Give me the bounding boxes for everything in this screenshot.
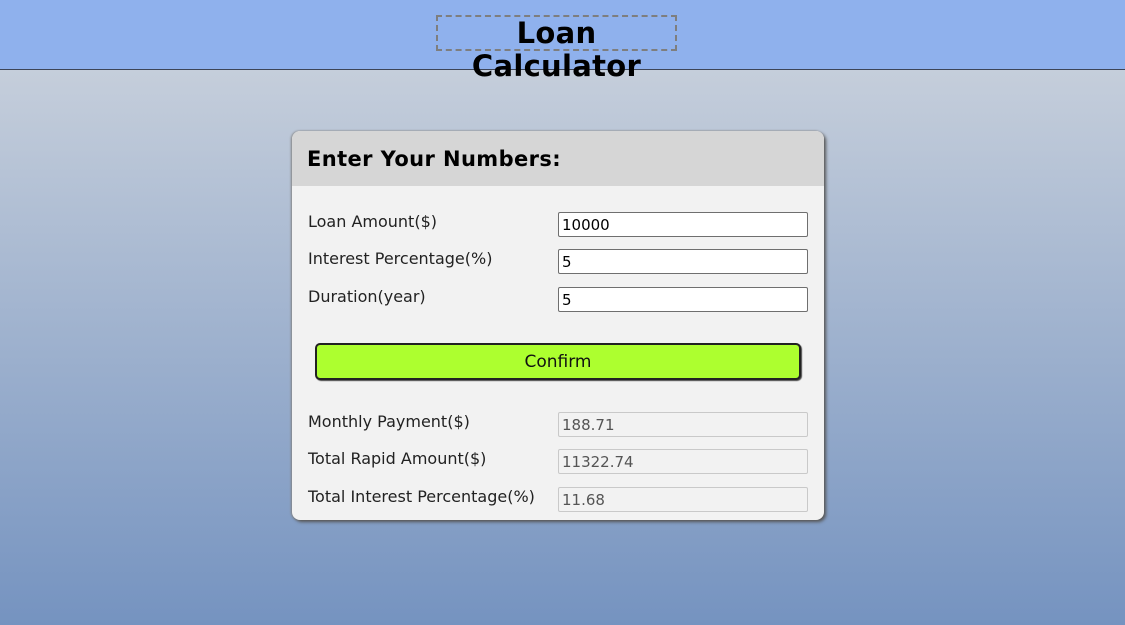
loan-amount-row: Loan Amount($): [308, 212, 808, 238]
total-interest-row: Total Interest Percentage(%): [308, 487, 808, 513]
duration-row: Duration(year): [308, 287, 808, 313]
duration-label: Duration(year): [308, 287, 426, 306]
loan-amount-label: Loan Amount($): [308, 212, 437, 231]
calculator-card: Enter Your Numbers: Loan Amount($) Inter…: [292, 131, 824, 520]
confirm-button[interactable]: Confirm: [315, 343, 801, 380]
duration-input[interactable]: [558, 287, 808, 312]
monthly-payment-label: Monthly Payment($): [308, 412, 470, 431]
total-repaid-output: [558, 449, 808, 474]
app-header: Loan Calculator: [0, 0, 1125, 83]
total-interest-output: [558, 487, 808, 512]
interest-percentage-label: Interest Percentage(%): [308, 249, 493, 268]
interest-row: Interest Percentage(%): [308, 249, 808, 275]
monthly-payment-output: [558, 412, 808, 437]
form-heading: Enter Your Numbers:: [292, 131, 824, 186]
total-interest-label: Total Interest Percentage(%): [308, 487, 535, 506]
total-repaid-label: Total Rapid Amount($): [308, 449, 487, 468]
page-title: Loan Calculator: [436, 15, 677, 83]
total-repaid-row: Total Rapid Amount($): [308, 449, 808, 475]
loan-amount-input[interactable]: [558, 212, 808, 237]
monthly-payment-row: Monthly Payment($): [308, 412, 808, 438]
interest-percentage-input[interactable]: [558, 249, 808, 274]
